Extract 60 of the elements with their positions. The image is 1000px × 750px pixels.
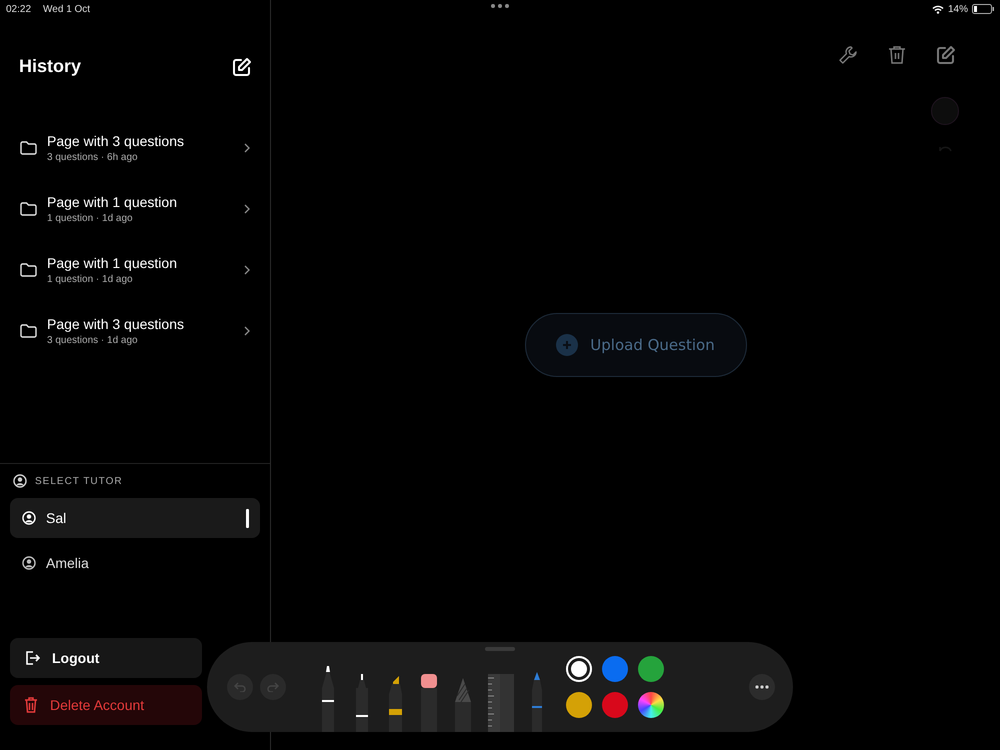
history-title: Page with 3 questions (47, 132, 185, 148)
pen-drawing[interactable] (319, 666, 337, 732)
redo-icon (267, 682, 279, 692)
user-circle-icon (13, 474, 27, 488)
folder-icon (20, 140, 37, 156)
color-swatch[interactable] (566, 656, 592, 682)
history-subtitle: 3 questions · 6h ago (47, 152, 139, 162)
plus-circle-icon (556, 334, 578, 356)
status-date: Wed 1 Oct (43, 4, 90, 14)
history-title: Page with 1 question (47, 254, 178, 270)
history-item[interactable]: Page with 3 questions 3 questions · 6h ago (0, 117, 270, 178)
chevron-right-icon (244, 326, 250, 336)
history-item[interactable]: Page with 3 questions 3 questions · 1d ago (0, 300, 270, 361)
section-label: SELECT TUTOR (35, 476, 123, 486)
color-swatch[interactable] (602, 692, 628, 718)
color-swatch[interactable] (566, 692, 592, 718)
sidebar-title: History (19, 56, 82, 77)
status-time: 02:22 (6, 4, 32, 14)
more-button[interactable] (749, 674, 775, 700)
history-item[interactable]: Page with 1 question 1 question · 1d ago (0, 239, 270, 300)
history-subtitle: 1 question · 1d ago (47, 274, 134, 284)
history-subtitle: 1 question · 1d ago (47, 212, 134, 224)
undo-icon (234, 682, 246, 692)
eraser-drawing[interactable] (420, 674, 438, 732)
history-subtitle: 3 questions · 1d ago (47, 334, 139, 346)
folder-icon (20, 322, 37, 338)
color-swatch[interactable] (638, 656, 664, 682)
new-note-icon[interactable] (232, 56, 252, 76)
brush-pen-drawing[interactable] (531, 672, 543, 732)
selection-bar (246, 508, 249, 528)
fineliner-drawing[interactable] (354, 674, 370, 732)
chevron-right-icon (244, 204, 250, 214)
delete-account-button[interactable]: Delete Account (10, 685, 202, 725)
battery-percent: 14% (948, 4, 968, 14)
color-swatch[interactable] (602, 656, 628, 682)
folder-icon (20, 262, 37, 278)
logout-button[interactable]: Logout (10, 638, 202, 678)
multitasking-dots-icon[interactable] (490, 3, 510, 9)
edit-icon[interactable] (936, 45, 956, 65)
history-item[interactable]: Page with 1 question 1 question · 1d ago (0, 178, 270, 239)
tutor-item[interactable]: Sal (10, 498, 260, 538)
battery-icon (972, 4, 994, 14)
color-indicator-circle[interactable] (931, 97, 959, 125)
chevron-right-icon (244, 264, 250, 274)
chevron-right-icon (244, 142, 250, 152)
history-title: Page with 1 question (47, 194, 178, 210)
trash-icon[interactable] (888, 45, 906, 65)
highlighter-drawing[interactable] (387, 674, 403, 732)
logout-icon (24, 650, 40, 666)
wifi-icon (932, 4, 944, 14)
trash-icon (24, 697, 38, 713)
user-circle-icon (22, 556, 36, 570)
folder-icon (20, 200, 37, 216)
wrench-icon[interactable] (838, 45, 858, 65)
tutor-item[interactable]: Amelia (10, 543, 260, 583)
ruler-drawing[interactable] (488, 674, 514, 732)
color-wheel-button[interactable] (638, 692, 664, 718)
more-icon (755, 685, 769, 689)
history-title: Page with 3 questions (47, 316, 185, 332)
user-circle-icon (22, 511, 36, 525)
